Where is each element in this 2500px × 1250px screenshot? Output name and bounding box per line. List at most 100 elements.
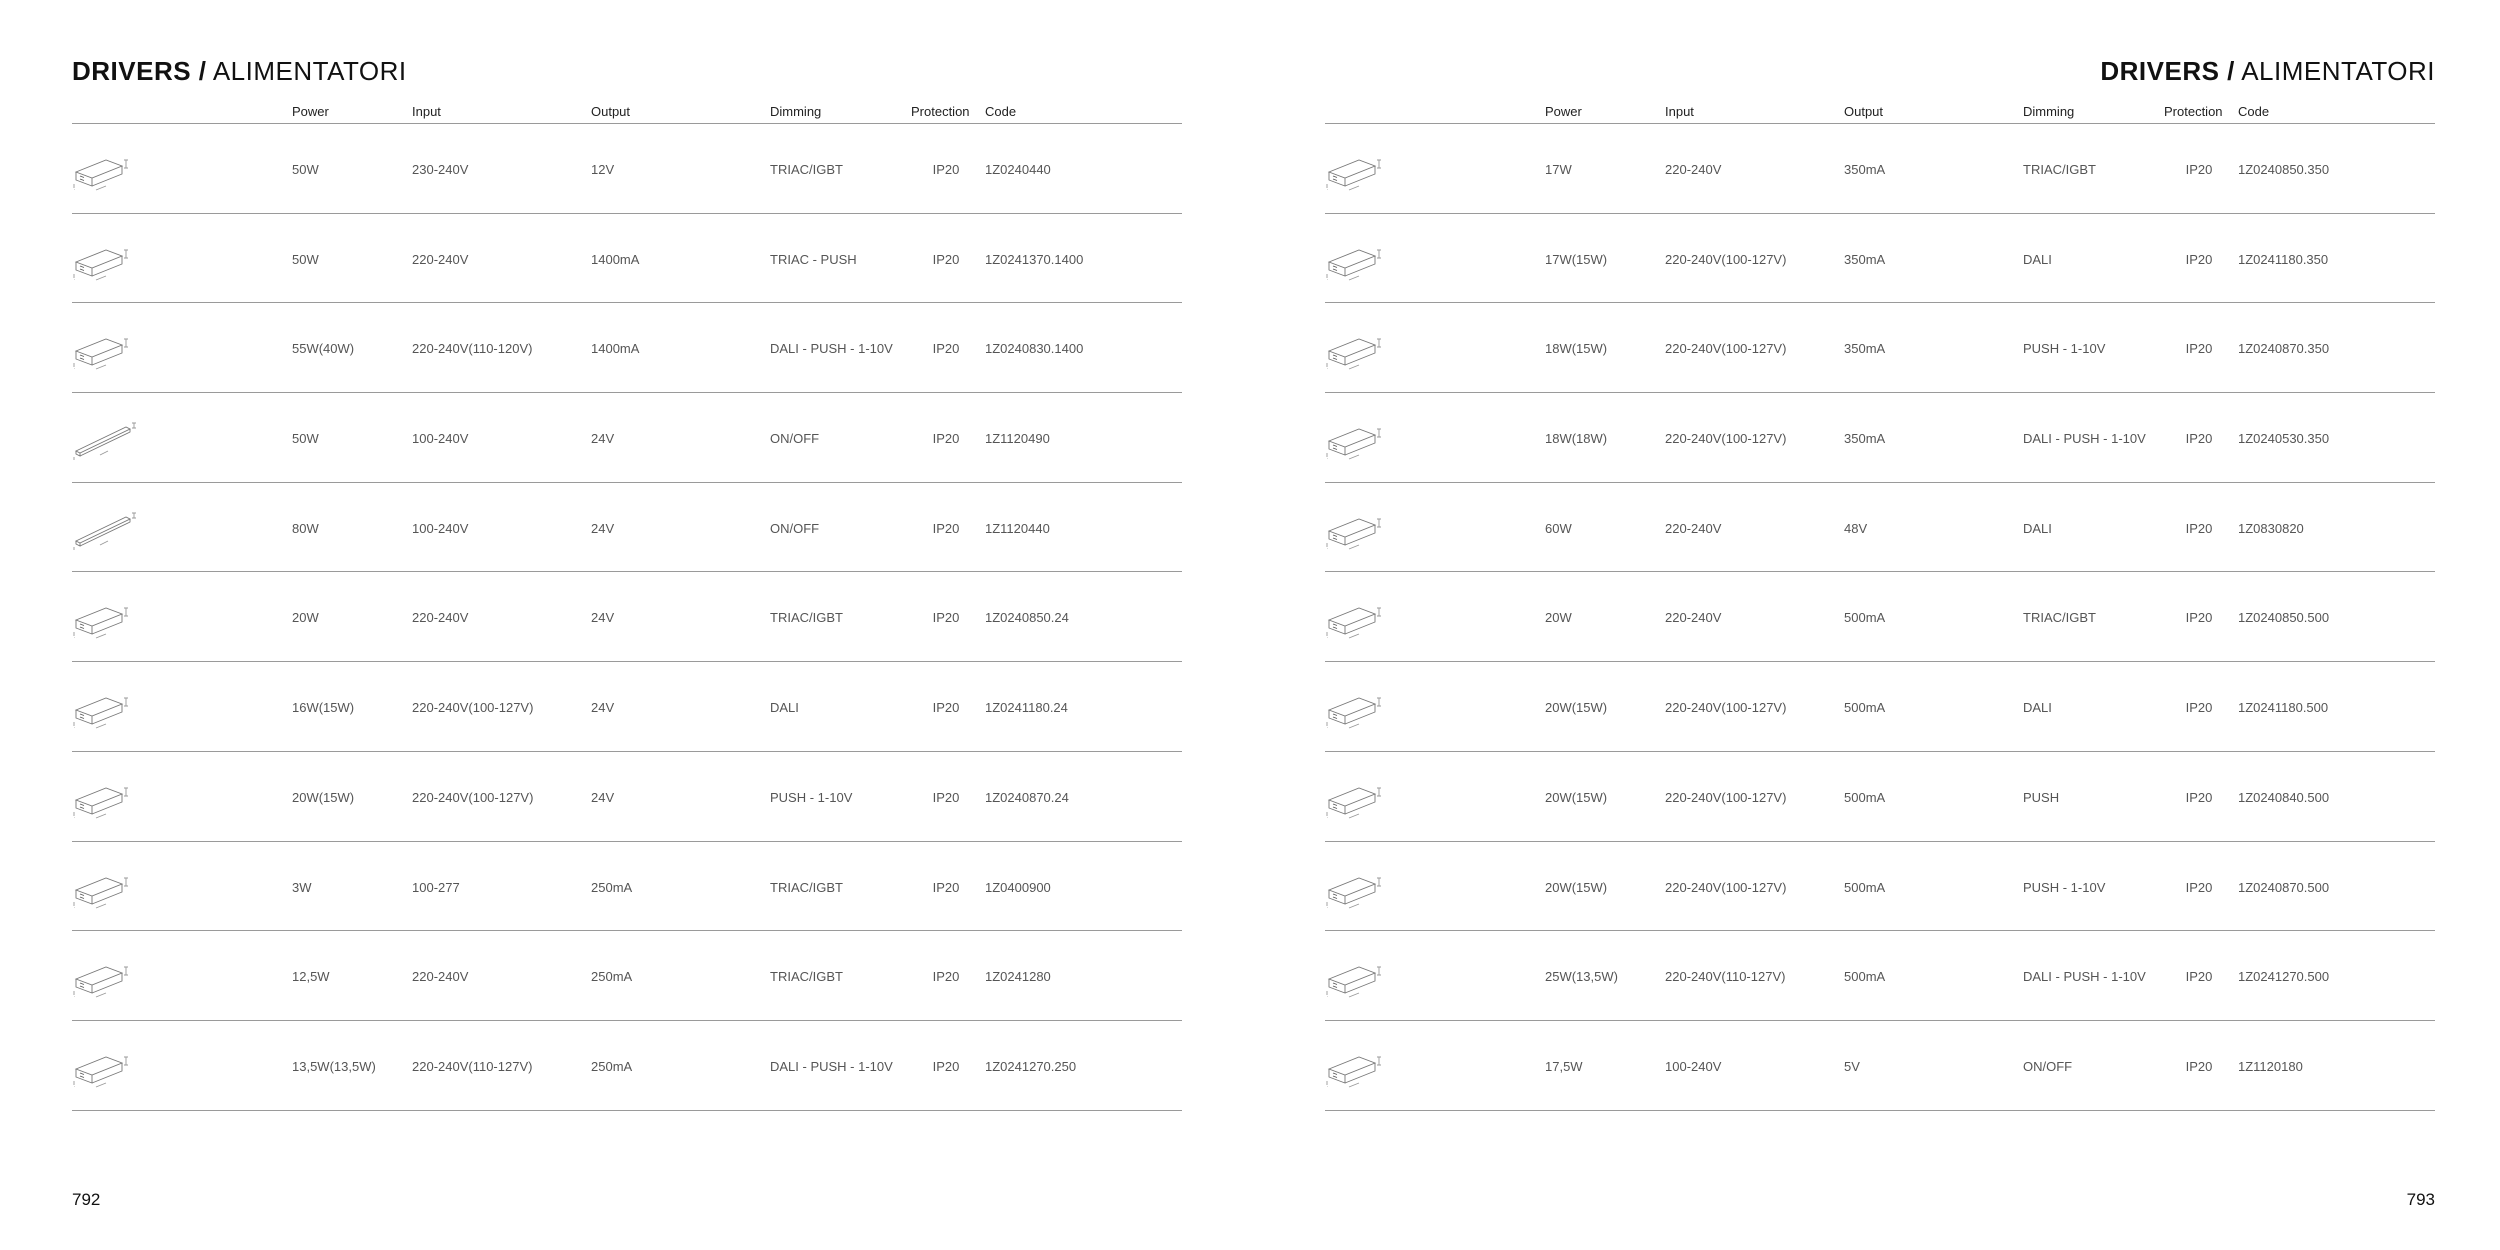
cell-protection: IP20	[2185, 700, 2213, 716]
cell-power: 20W(15W)	[1545, 879, 1608, 895]
table-row: · 20W(15W) 220-240V(100-127V) 24V PUSH - 1-1…	[72, 752, 1182, 842]
table-header: Power Input Output Dimming Protection Co…	[1325, 102, 2435, 124]
driver-box-thumbnail: ·	[72, 953, 138, 999]
cell-dimming: TRIAC/IGBT	[770, 610, 843, 626]
svg-text:·: ·	[1327, 456, 1328, 461]
cell-dimming: PUSH	[2023, 789, 2060, 805]
cell-protection: IP20	[932, 610, 960, 626]
table-row: 80W 100-240V 24V ON/OFF IP20 1Z1120440	[72, 483, 1182, 573]
table-row: · 20W 220-240V 24V TRIAC/IGBT IP20 1Z0240850.2…	[72, 572, 1182, 663]
cell-input: 220-240V(100-127V)	[412, 789, 534, 805]
cell-code: 1Z0240870.500	[2238, 879, 2330, 895]
driver-box-thumbnail: ·	[72, 594, 138, 640]
cell-input: 230-240V	[412, 162, 469, 177]
page-title: DRIVERS / ALIMENTATORI	[2100, 56, 2435, 87]
driver-box-thumbnail: ·	[72, 325, 138, 371]
header-protection: Protection	[911, 104, 970, 119]
driver-box-thumbnail: ·	[1325, 594, 1391, 640]
cell-code: 1Z0830820	[2238, 520, 2304, 536]
svg-text:·: ·	[1327, 277, 1328, 282]
svg-text:·: ·	[74, 815, 75, 820]
driver-box-thumbnail: ·	[72, 236, 138, 282]
cell-code: 1Z0240440	[985, 162, 1051, 177]
driver-box-thumbnail: ·	[1325, 505, 1391, 551]
cell-power: 18W(18W)	[1545, 431, 1608, 447]
cell-dimming: DALI - PUSH - 1-10V	[2023, 969, 2146, 985]
cell-code: 1Z1120180	[2238, 1058, 2303, 1074]
cell-power: 20W(15W)	[1545, 700, 1608, 716]
cell-power: 20W	[292, 610, 319, 626]
driver-slim-thumbnail	[72, 505, 138, 551]
driver-box-thumbnail: ·	[72, 774, 138, 820]
cell-output: 24V	[591, 789, 615, 805]
cell-dimming: TRIAC - PUSH	[770, 251, 857, 267]
cell-code: 1Z1120490	[985, 431, 1050, 447]
cell-code: 1Z0241270.250	[985, 1058, 1077, 1074]
cell-power: 17W(15W)	[1545, 251, 1608, 267]
title-strong: DRIVERS /	[2100, 56, 2235, 86]
cell-input: 220-240V(100-127V)	[1665, 341, 1787, 357]
cell-power: 3W	[292, 879, 312, 895]
cell-input: 220-240V	[412, 251, 469, 267]
cell-protection: IP20	[2185, 431, 2213, 447]
cell-output: 250mA	[591, 1058, 633, 1074]
title-light: ALIMENTATORI	[206, 56, 407, 86]
cell-dimming: TRIAC/IGBT	[770, 879, 843, 895]
cell-code: 1Z0241180.24	[985, 700, 1068, 716]
cell-protection: IP20	[2185, 520, 2213, 536]
table-row: · 20W 220-240V 500mA TRIAC/IGBT IP20 1Z0240850…	[1325, 572, 2435, 663]
cell-input: 220-240V(100-127V)	[1665, 251, 1787, 267]
table-row: · 20W(15W) 220-240V(100-127V) 500mA PUSH - 1…	[1325, 842, 2435, 932]
driver-box-thumbnail: ·	[72, 1043, 138, 1089]
cell-output: 500mA	[1844, 879, 1886, 895]
cell-input: 220-240V	[412, 969, 469, 985]
table-row: · 12,5W 220-240V 250mA TRIAC/IGBT IP20 1Z02412…	[72, 931, 1182, 1021]
cell-input: 100-240V	[1665, 1058, 1722, 1074]
cell-protection: IP20	[2185, 1058, 2213, 1074]
svg-text:·: ·	[1327, 994, 1328, 999]
driver-box-thumbnail: ·	[1325, 146, 1391, 192]
svg-text:·: ·	[74, 187, 75, 192]
cell-code: 1Z0241280	[985, 969, 1051, 985]
header-output: Output	[1844, 104, 1884, 119]
cell-power: 20W(15W)	[1545, 789, 1608, 805]
header-dimming: Dimming	[2023, 104, 2075, 119]
driver-box-thumbnail: ·	[1325, 236, 1391, 282]
cell-output: 24V	[591, 610, 615, 626]
cell-dimming: DALI	[2023, 700, 2052, 716]
cell-output: 12V	[591, 162, 615, 177]
table-row: 50W 100-240V 24V ON/OFF IP20 1Z1120490	[72, 393, 1182, 483]
table-row: · 20W(15W) 220-240V(100-127V) 500mA PUSH IP20…	[1325, 752, 2435, 842]
cell-input: 100-240V	[412, 520, 469, 536]
table-row: · 55W(40W) 220-240V(110-120V) 1400mA DALI - …	[72, 303, 1182, 394]
cell-protection: IP20	[2185, 879, 2213, 895]
cell-protection: IP20	[932, 969, 960, 985]
cell-code: 1Z0240870.24	[985, 789, 1069, 805]
page-number: 793	[2406, 1190, 2435, 1209]
header-input: Input	[412, 104, 441, 119]
driver-box-thumbnail: ·	[1325, 864, 1391, 910]
cell-input: 220-240V(110-127V)	[1665, 969, 1786, 985]
cell-protection: IP20	[932, 520, 960, 536]
title-strong: DRIVERS /	[72, 56, 207, 86]
table-row: · 3W 100-277 250mA TRIAC/IGBT IP20 1Z0400900	[72, 842, 1182, 932]
page-title: DRIVERS / ALIMENTATORI	[72, 56, 407, 87]
cell-protection: IP20	[2185, 251, 2213, 267]
title-light: ALIMENTATORI	[2234, 56, 2435, 86]
svg-text:·: ·	[1327, 546, 1328, 551]
cell-protection: IP20	[2185, 789, 2213, 805]
cell-dimming: ON/OFF	[2023, 1058, 2073, 1074]
header-protection: Protection	[2164, 104, 2223, 119]
cell-protection: IP20	[2185, 162, 2213, 177]
cell-dimming: DALI	[2023, 251, 2052, 267]
svg-text:·: ·	[1327, 905, 1328, 910]
cell-protection: IP20	[932, 1058, 960, 1074]
cell-output: 48V	[1844, 520, 1868, 536]
table-row: · 20W(15W) 220-240V(100-127V) 500mA DALI IP20…	[1325, 662, 2435, 752]
cell-code: 1Z0240850.24	[985, 610, 1069, 626]
cell-power: 60W	[1545, 520, 1572, 536]
cell-power: 80W	[292, 520, 319, 536]
driver-box-thumbnail: ·	[72, 864, 138, 910]
cell-power: 20W(15W)	[292, 789, 355, 805]
cell-protection: IP20	[932, 341, 960, 357]
